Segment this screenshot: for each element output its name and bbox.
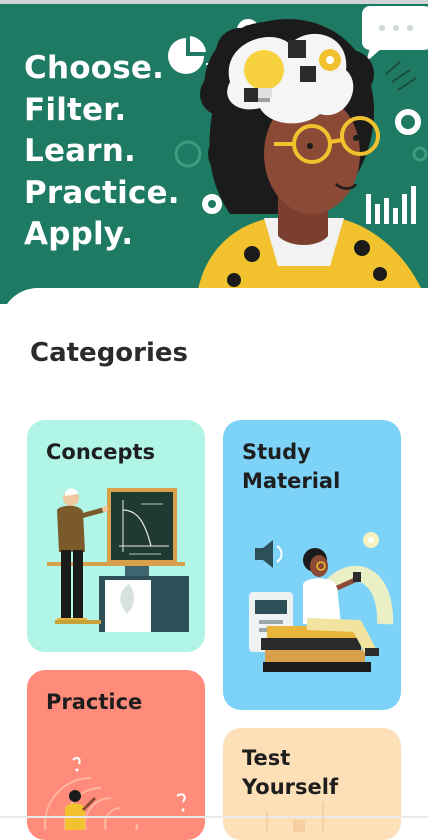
test-illustration <box>266 802 324 832</box>
thinking-woman-illustration <box>168 6 428 304</box>
hero-line-practice: Practice. <box>24 174 180 211</box>
category-card-study-material[interactable]: Study Material <box>223 420 401 710</box>
hero-line-apply: Apply. <box>24 216 134 252</box>
category-card-label: Concepts <box>46 440 156 464</box>
category-card-label: Study Material <box>242 440 341 493</box>
bar-chart-icon <box>366 186 416 224</box>
hero-tagline: Choose. Filter. Learn. Practice. Apply. <box>24 48 180 256</box>
category-card-test-yourself[interactable]: Test Yourself <box>223 728 401 840</box>
categories-heading: Categories <box>30 338 189 368</box>
hero-line-choose: Choose. <box>24 50 165 86</box>
teacher-at-blackboard-illustration <box>47 488 189 632</box>
speech-bubble-icon <box>362 6 428 62</box>
hero-line-filter: Filter. <box>24 91 127 128</box>
person-solving-maze-illustration <box>44 756 186 830</box>
category-card-concepts[interactable]: Concepts <box>27 420 205 652</box>
category-card-practice[interactable]: Practice <box>27 670 205 840</box>
hero-banner: Choose. Filter. Learn. Practice. Apply. <box>0 4 428 304</box>
student-reading-books-illustration <box>249 532 394 672</box>
category-card-label: Practice <box>46 690 143 714</box>
hero-line-learn: Learn. <box>24 133 137 169</box>
